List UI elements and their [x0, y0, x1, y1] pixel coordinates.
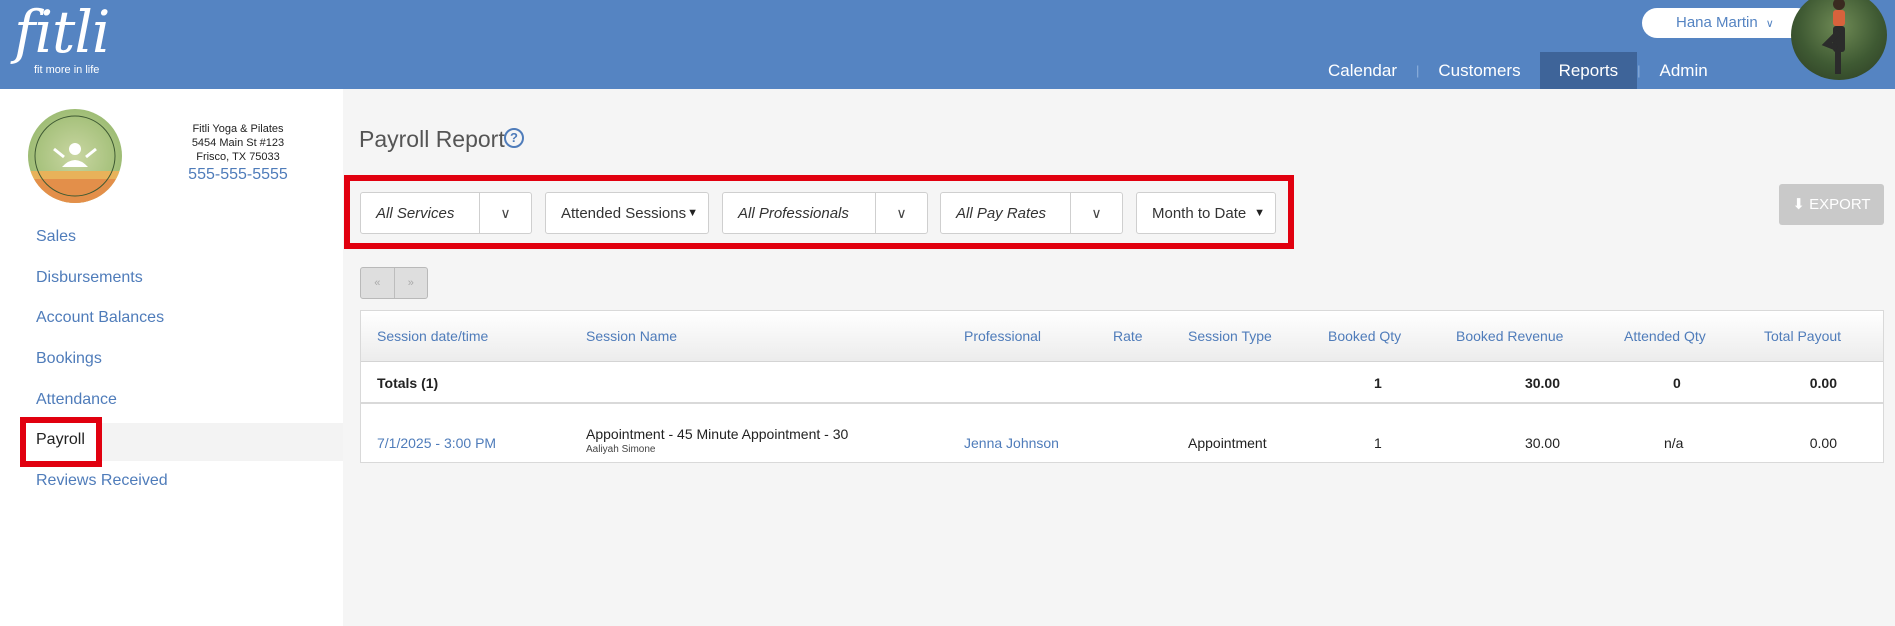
totals-attended-qty: 0	[1673, 375, 1681, 391]
row-total-payout: 0.00	[1809, 435, 1837, 451]
table-header: Session date/time Session Name Professio…	[361, 311, 1883, 362]
business-logo	[28, 109, 122, 203]
totals-booked-qty: 1	[1374, 375, 1382, 391]
business-address-line2: Frisco, TX 75033	[196, 151, 280, 163]
totals-total-payout: 0.00	[1809, 375, 1837, 391]
column-professional[interactable]: Professional	[964, 328, 1041, 344]
page-title: Payroll Report	[359, 126, 505, 152]
download-icon: ⬇	[1792, 196, 1805, 213]
column-session-name[interactable]: Session Name	[586, 328, 677, 344]
payroll-table: Session date/time Session Name Professio…	[360, 310, 1884, 463]
column-booked-revenue[interactable]: Booked Revenue	[1456, 328, 1563, 344]
sessions-filter-value: Attended Sessions	[561, 205, 687, 222]
totals-row: Totals (1) 1 30.00 0 0.00	[361, 362, 1883, 404]
column-session-type[interactable]: Session Type	[1188, 328, 1272, 344]
professionals-filter-value: All Professionals	[738, 205, 849, 222]
sidebar-item-payroll[interactable]: Payroll	[36, 431, 85, 449]
logo-tagline: fit more in life	[34, 64, 100, 76]
business-name: Fitli Yoga & Pilates	[192, 123, 284, 135]
row-professional[interactable]: Jenna Johnson	[964, 435, 1059, 451]
lotus-logo-icon	[28, 115, 122, 203]
question-circle-icon[interactable]: ?	[504, 128, 524, 148]
sidebar: Fitli Yoga & Pilates 5454 Main St #123 F…	[0, 89, 343, 626]
sidebar-item-account-balances[interactable]: Account Balances	[36, 309, 164, 327]
row-session-name: Appointment - 45 Minute Appointment - 30	[586, 426, 849, 442]
export-label: EXPORT	[1809, 196, 1871, 213]
row-booked-qty: 1	[1374, 435, 1382, 451]
row-session-type: Appointment	[1188, 435, 1267, 451]
fitli-logo[interactable]: fitli fit more in life	[14, 0, 110, 76]
totals-label: Totals (1)	[377, 375, 439, 391]
sidebar-item-reviews-received[interactable]: Reviews Received	[36, 472, 168, 490]
main-nav: Calendar | Customers Reports | Admin	[1309, 52, 1727, 89]
professionals-filter[interactable]: All Professionals ∨	[722, 192, 928, 234]
sidebar-item-sales[interactable]: Sales	[36, 228, 76, 246]
chevron-down-icon: ▼	[687, 207, 698, 219]
pager: « »	[360, 267, 428, 299]
sessions-filter[interactable]: Attended Sessions ▼	[545, 192, 709, 234]
logo-wordmark: fitli	[14, 0, 110, 66]
nav-reports[interactable]: Reports	[1539, 52, 1638, 89]
top-header: fitli fit more in life Calendar | Custom…	[0, 0, 1895, 89]
double-chevron-down-icon[interactable]: ∨	[1070, 193, 1122, 233]
nav-customers[interactable]: Customers	[1419, 52, 1539, 89]
services-filter[interactable]: All Services ∨	[360, 192, 532, 234]
double-chevron-down-icon[interactable]: ∨	[875, 193, 927, 233]
sidebar-item-attendance[interactable]: Attendance	[36, 391, 117, 409]
business-phone[interactable]: 555-555-5555	[160, 166, 316, 184]
user-menu[interactable]: Hana Martin ∨	[1642, 8, 1812, 38]
date-range-filter[interactable]: Month to Date ▼	[1136, 192, 1276, 234]
avatar-photo	[1821, 0, 1845, 74]
chevron-down-icon: ▼	[1254, 207, 1265, 219]
column-rate[interactable]: Rate	[1113, 328, 1143, 344]
business-info: Fitli Yoga & Pilates 5454 Main St #123 F…	[160, 122, 316, 164]
column-booked-qty[interactable]: Booked Qty	[1328, 328, 1401, 344]
export-button[interactable]: ⬇ EXPORT	[1779, 184, 1884, 225]
row-session-datetime[interactable]: 7/1/2025 - 3:00 PM	[377, 435, 496, 451]
avatar[interactable]	[1791, 0, 1887, 80]
nav-admin[interactable]: Admin	[1641, 52, 1727, 89]
pay-rates-filter[interactable]: All Pay Rates ∨	[940, 192, 1123, 234]
pager-prev-button[interactable]: «	[361, 268, 394, 298]
business-address-line1: 5454 Main St #123	[191, 137, 285, 149]
sidebar-item-bookings[interactable]: Bookings	[36, 350, 102, 368]
row-attended-qty: n/a	[1664, 435, 1684, 451]
double-chevron-down-icon[interactable]: ∨	[479, 193, 531, 233]
pager-next-button[interactable]: »	[393, 268, 428, 298]
pay-rates-filter-value: All Pay Rates	[956, 205, 1047, 222]
nav-calendar[interactable]: Calendar	[1309, 52, 1416, 89]
column-total-payout[interactable]: Total Payout	[1764, 328, 1841, 344]
totals-booked-revenue: 30.00	[1524, 375, 1560, 391]
row-booked-revenue: 30.00	[1524, 435, 1560, 451]
row-customer-name: Aaliyah Simone	[586, 444, 656, 455]
sidebar-item-disbursements[interactable]: Disbursements	[36, 269, 143, 287]
column-session-datetime[interactable]: Session date/time	[377, 328, 488, 344]
date-range-filter-value: Month to Date	[1152, 205, 1247, 222]
user-name: Hana Martin	[1676, 14, 1758, 31]
column-attended-qty[interactable]: Attended Qty	[1624, 328, 1706, 344]
chevron-down-icon: ∨	[1765, 18, 1774, 30]
services-filter-value: All Services	[376, 205, 455, 222]
